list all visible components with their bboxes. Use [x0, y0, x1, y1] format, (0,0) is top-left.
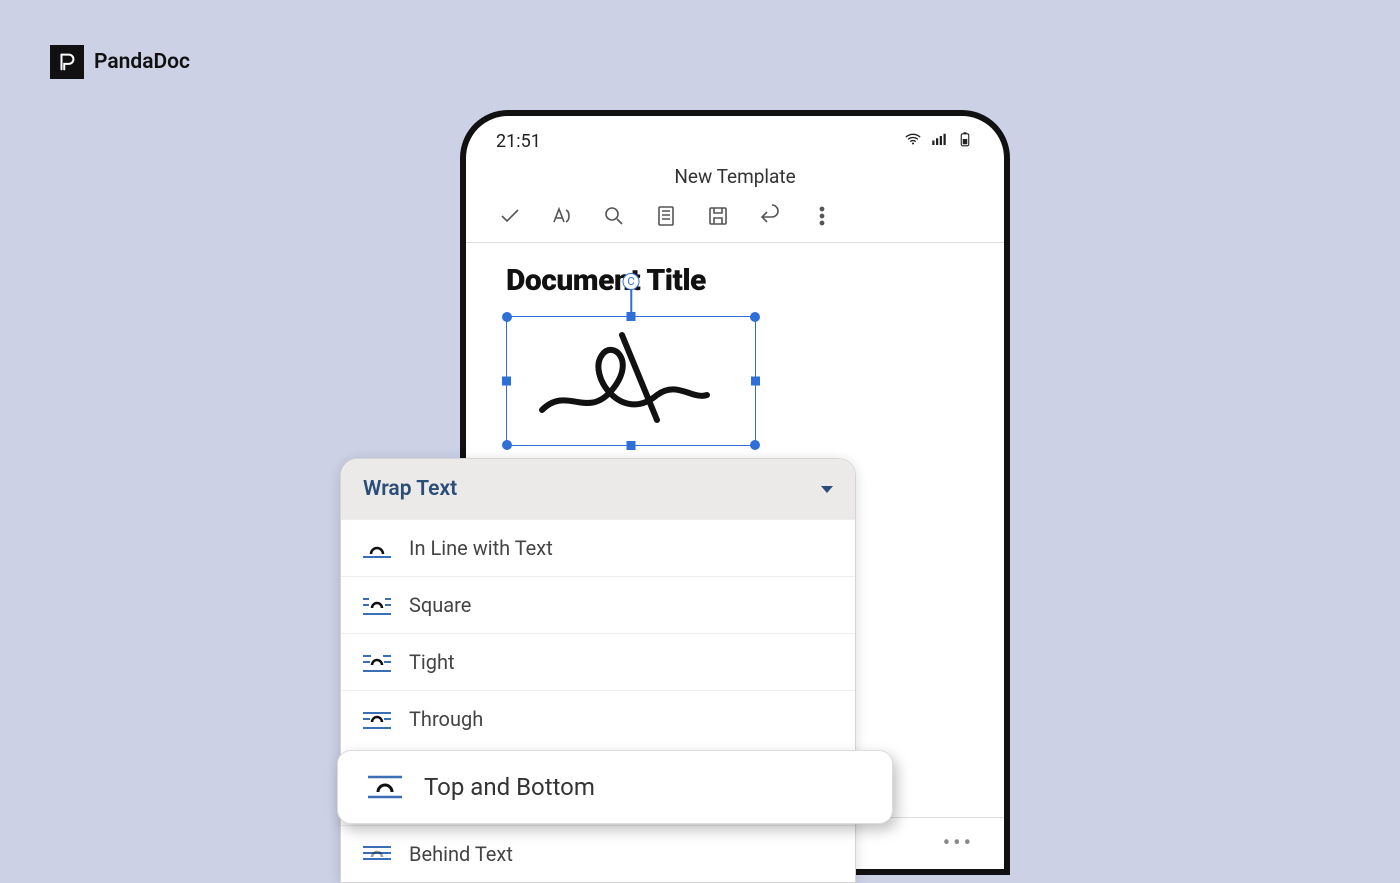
- reading-mode-button[interactable]: [654, 204, 678, 228]
- wrap-option-through[interactable]: Through: [341, 690, 855, 747]
- status-time: 21:51: [496, 131, 541, 152]
- resize-handle-tm[interactable]: [627, 312, 636, 321]
- search-button[interactable]: [602, 204, 626, 228]
- wrap-option-label: Through: [409, 707, 483, 731]
- brand-name: PandaDoc: [94, 50, 190, 74]
- resize-handle-tr[interactable]: [750, 312, 760, 322]
- resize-handle-bm[interactable]: [627, 441, 636, 450]
- battery-icon: [956, 130, 974, 153]
- wrap-text-menu-title: Wrap Text: [363, 477, 457, 501]
- wrap-option-label: Square: [409, 593, 471, 617]
- undo-button[interactable]: [758, 204, 782, 228]
- signal-icon: [930, 130, 948, 153]
- wrap-option-label: Behind Text: [409, 842, 513, 866]
- brand-logo: PandaDoc: [50, 45, 190, 79]
- wrap-behind-icon: [363, 843, 391, 865]
- confirm-button[interactable]: [498, 204, 522, 228]
- brand-mark-icon: [50, 45, 84, 79]
- wrap-option-label: Top and Bottom: [424, 773, 595, 801]
- wrap-option-inline[interactable]: In Line with Text: [341, 519, 855, 576]
- resize-handle-tl[interactable]: [502, 312, 512, 322]
- document-canvas[interactable]: Document Title C: [466, 243, 1004, 466]
- resize-handle-bl[interactable]: [502, 440, 512, 450]
- resize-handle-mr[interactable]: [751, 377, 760, 386]
- more-dots-label: •••: [943, 831, 974, 856]
- wrap-top-bottom-icon: [368, 774, 402, 800]
- resize-handle-br[interactable]: [750, 440, 760, 450]
- more-options-button[interactable]: [810, 204, 834, 228]
- wrap-text-menu-header[interactable]: Wrap Text: [341, 459, 855, 519]
- signature-icon: [527, 325, 727, 435]
- resize-handle-ml[interactable]: [502, 377, 511, 386]
- wrap-option-label: Tight: [409, 650, 455, 674]
- status-bar: 21:51: [466, 116, 1004, 159]
- rotate-handle[interactable]: C: [623, 273, 640, 290]
- wrap-option-square[interactable]: Square: [341, 576, 855, 633]
- wrap-square-icon: [363, 594, 391, 616]
- wrap-through-icon: [363, 708, 391, 730]
- document-title[interactable]: Document Title: [506, 263, 964, 298]
- object-selection-box[interactable]: C: [506, 316, 756, 446]
- wrap-tight-icon: [363, 651, 391, 673]
- wrap-option-label: In Line with Text: [409, 536, 553, 560]
- save-button[interactable]: [706, 204, 730, 228]
- wrap-option-top-bottom-highlighted[interactable]: Top and Bottom: [337, 750, 893, 824]
- wifi-icon: [904, 130, 922, 153]
- font-style-button[interactable]: [550, 204, 574, 228]
- wrap-option-behind[interactable]: Behind Text: [341, 825, 855, 882]
- chevron-down-icon: [821, 486, 833, 493]
- wrap-inline-icon: [363, 537, 391, 559]
- toolbar: [466, 198, 1004, 243]
- page-title: New Template: [466, 159, 1004, 198]
- wrap-option-tight[interactable]: Tight: [341, 633, 855, 690]
- rotate-stem: [630, 287, 632, 312]
